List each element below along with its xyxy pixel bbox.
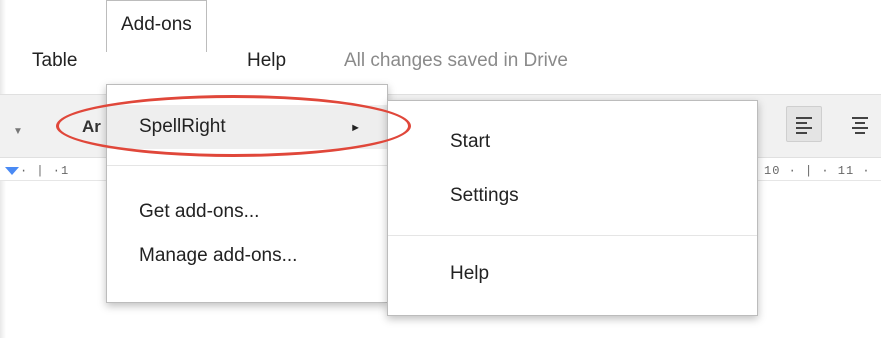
align-left-icon bbox=[796, 117, 812, 137]
menu-help[interactable]: Help bbox=[236, 44, 297, 78]
dropdown-arrow-icon[interactable]: ▼ bbox=[13, 126, 23, 137]
submenu-item-start[interactable]: Start bbox=[388, 120, 757, 164]
submenu-arrow-icon: ► bbox=[350, 122, 361, 134]
ruler-right-label: 10 · | · 11 · bbox=[764, 164, 871, 178]
ruler-left-label: · | ·1 bbox=[20, 164, 70, 178]
menu-item-spellright[interactable]: SpellRight ► bbox=[107, 105, 387, 149]
menu-separator bbox=[107, 165, 387, 166]
submenu-item-settings[interactable]: Settings bbox=[388, 174, 757, 218]
menu-item-label: SpellRight bbox=[139, 116, 226, 137]
menu-table[interactable]: Table bbox=[21, 44, 88, 78]
align-left-button[interactable] bbox=[786, 106, 822, 142]
font-name-select[interactable]: Ar bbox=[82, 117, 101, 137]
align-center-icon bbox=[852, 117, 868, 137]
menu-item-manage-add-ons[interactable]: Manage add-ons... bbox=[107, 234, 387, 278]
align-center-button[interactable] bbox=[842, 106, 878, 142]
ruler-left-number: 1 bbox=[61, 164, 70, 178]
menu-item-get-add-ons[interactable]: Get add-ons... bbox=[107, 190, 387, 234]
submenu-item-help[interactable]: Help bbox=[388, 252, 757, 296]
indent-marker-icon[interactable] bbox=[5, 167, 19, 175]
menu-separator bbox=[388, 235, 757, 236]
add-ons-menu: SpellRight ► Get add-ons... Manage add-o… bbox=[106, 84, 388, 303]
save-status-text: All changes saved in Drive bbox=[344, 50, 568, 71]
spellright-submenu: Start Settings Help bbox=[387, 100, 758, 316]
menu-add-ons[interactable]: Add-ons bbox=[106, 0, 207, 52]
